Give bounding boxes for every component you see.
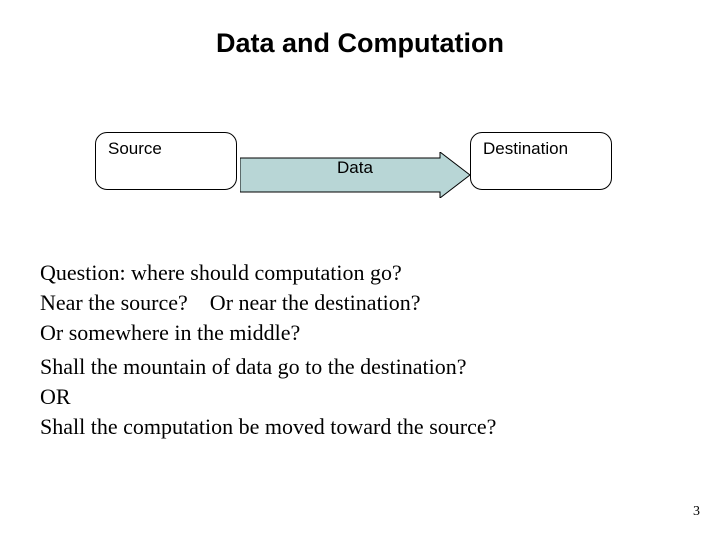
text-line: Shall the mountain of data go to the des… xyxy=(40,352,496,382)
text-line: Near the source? Or near the destination… xyxy=(40,288,421,318)
destination-node: Destination xyxy=(470,132,612,190)
page-number: 3 xyxy=(693,504,700,520)
slide-title: Data and Computation xyxy=(0,28,720,59)
text-line: OR xyxy=(40,382,496,412)
arrow-label: Data xyxy=(240,152,470,178)
source-label: Source xyxy=(108,139,162,158)
destination-label: Destination xyxy=(483,139,568,158)
source-node: Source xyxy=(95,132,237,190)
text-line: Shall the computation be moved toward th… xyxy=(40,412,496,442)
text-line: Or somewhere in the middle? xyxy=(40,318,421,348)
slide: Data and Computation Source Data Destina… xyxy=(0,0,720,540)
question-block-1: Question: where should computation go? N… xyxy=(40,258,421,348)
text-line: Question: where should computation go? xyxy=(40,258,421,288)
data-arrow: Data xyxy=(240,152,470,198)
question-block-2: Shall the mountain of data go to the des… xyxy=(40,352,496,442)
diagram: Source Data Destination xyxy=(0,132,720,212)
